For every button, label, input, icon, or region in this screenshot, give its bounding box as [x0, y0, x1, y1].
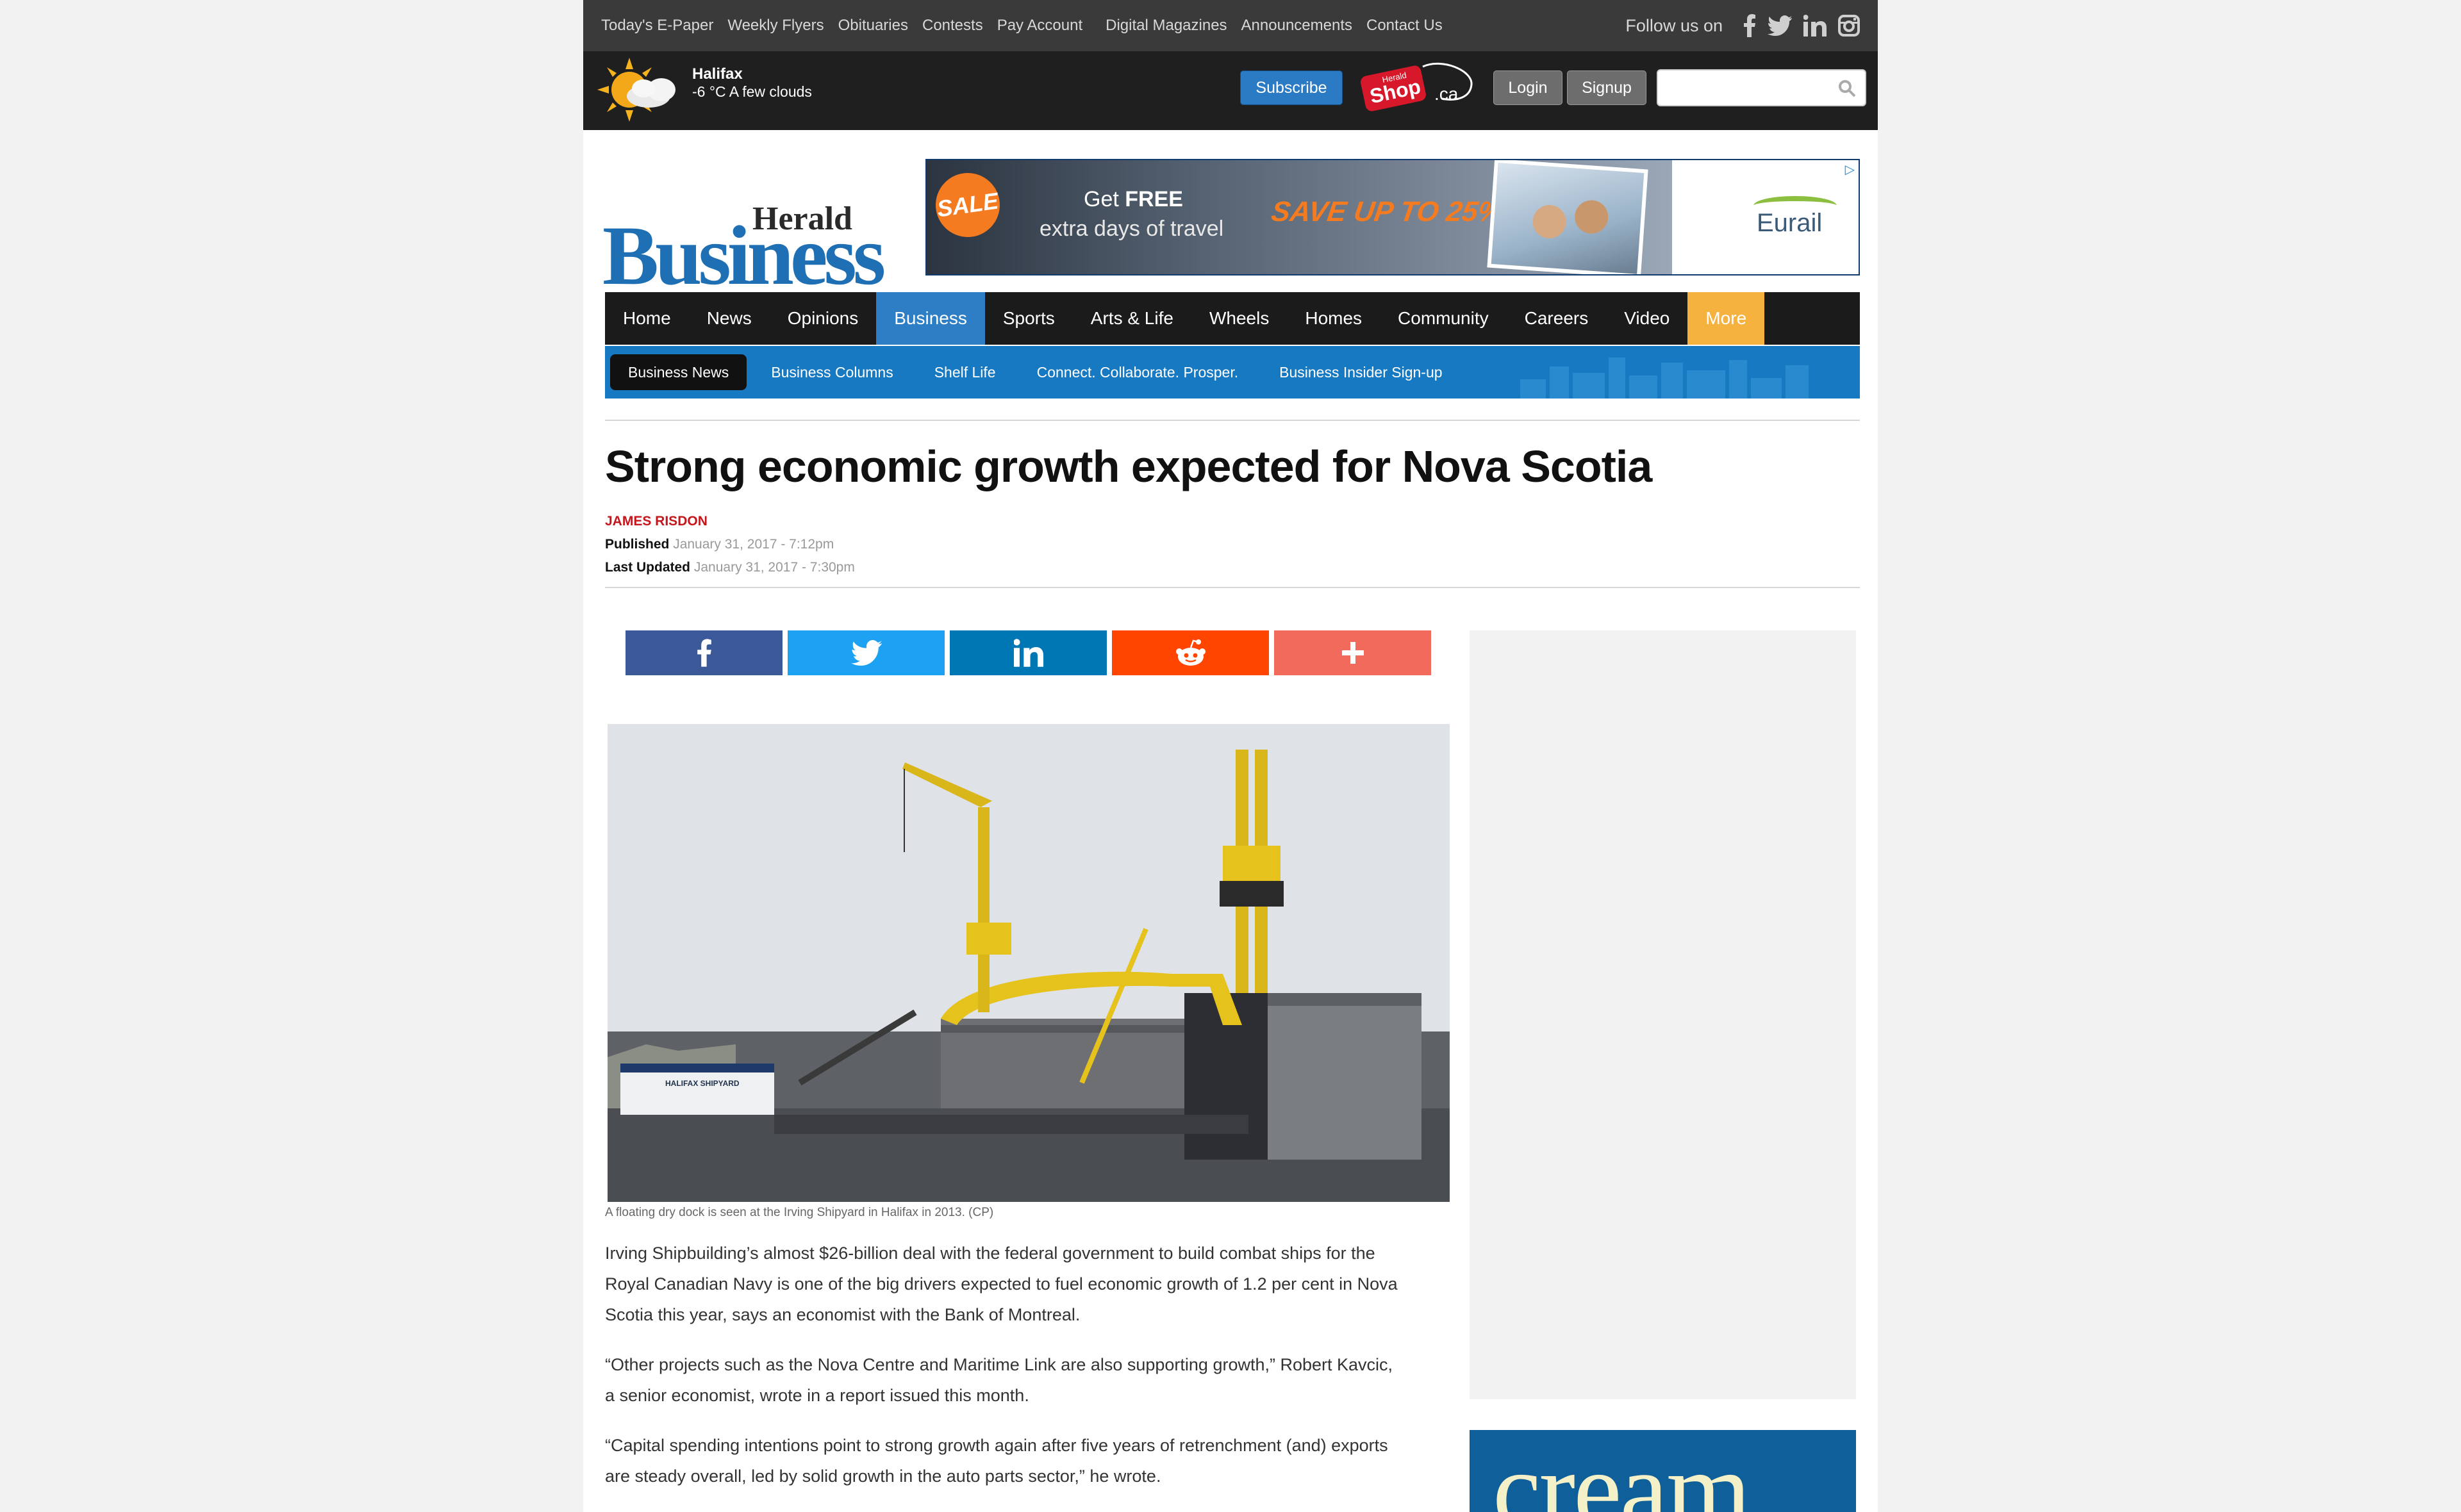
facebook-icon[interactable] — [1743, 14, 1756, 37]
nav-item-news[interactable]: News — [689, 292, 770, 345]
utility-links: Today's E-Paper Weekly Flyers Obituaries… — [601, 0, 1457, 51]
ad-headline-bold: FREE — [1125, 187, 1183, 211]
weather-city: Halifax — [692, 65, 743, 83]
nav-item-business[interactable]: Business — [876, 292, 985, 345]
updated-date: Last Updated January 31, 2017 - 7:30pm — [605, 560, 855, 575]
adchoices-icon[interactable]: ▷ — [1845, 161, 1855, 177]
article-paragraph: “Other projects such as the Nova Centre … — [605, 1355, 1393, 1405]
plus-icon — [1341, 642, 1364, 664]
shop-logo-suffix: .ca — [1434, 84, 1459, 104]
cream-ad-text: cream — [1493, 1430, 1751, 1512]
shipyard-sign: HALIFAX SHIPYARD — [665, 1079, 740, 1088]
ad-headline-prefix: Get — [1084, 187, 1125, 211]
divider — [605, 587, 1860, 588]
published-value: January 31, 2017 - 7:12pm — [673, 537, 834, 552]
follow-label: Follow us on — [1625, 15, 1723, 35]
article-paragraph: Irving Shipbuilding’s almost $26-billion… — [605, 1244, 1398, 1324]
ad-brand: Eurail — [1757, 209, 1823, 237]
utility-link-pay-account[interactable]: Pay Account — [997, 17, 1082, 35]
subnav-item-business-columns[interactable]: Business Columns — [750, 354, 913, 390]
ad-subline: extra days of travel — [1040, 217, 1224, 241]
partly-sunny-icon — [597, 58, 675, 122]
updated-label: Last Updated — [605, 560, 691, 575]
nav-item-sports[interactable]: Sports — [985, 292, 1073, 345]
herald-shop-logo[interactable]: Herald Shop .ca — [1359, 62, 1480, 114]
updated-value: January 31, 2017 - 7:30pm — [693, 560, 855, 575]
instagram-icon[interactable] — [1838, 15, 1860, 37]
linkedin-icon — [1013, 639, 1043, 667]
article-author[interactable]: JAMES RISDON — [605, 514, 708, 529]
share-reddit-button[interactable] — [1112, 630, 1269, 675]
sidebar-ad-slot[interactable] — [1470, 630, 1856, 1399]
nav-item-careers[interactable]: Careers — [1507, 292, 1607, 345]
banner-ad[interactable]: SALE Get FREE extra days of travel SAVE … — [925, 159, 1860, 275]
ad-photo — [1487, 160, 1648, 274]
linkedin-icon[interactable] — [1803, 15, 1827, 37]
subscribe-button[interactable]: Subscribe — [1240, 70, 1343, 105]
published-label: Published — [605, 537, 670, 552]
divider — [605, 420, 1860, 421]
weather-account-bar: Halifax -6 °C A few clouds Subscribe Her… — [583, 51, 1878, 130]
utility-link-contact[interactable]: Contact Us — [1366, 17, 1443, 35]
share-linkedin-button[interactable] — [950, 630, 1107, 675]
search-input[interactable] — [1657, 69, 1866, 106]
ad-save-text: SAVE UP TO 25% — [1269, 196, 1505, 227]
skyline-decoration — [1520, 354, 1841, 399]
utility-link-announcements[interactable]: Announcements — [1241, 17, 1352, 35]
site-logo-herald[interactable]: Herald — [752, 200, 852, 238]
signup-button[interactable]: Signup — [1567, 70, 1646, 105]
utility-link-flyers[interactable]: Weekly Flyers — [727, 17, 824, 35]
weather-condition: -6 °C A few clouds — [692, 83, 812, 100]
main-nav: Home News Opinions Business Sports Arts … — [605, 292, 1860, 345]
dry-dock-illustration: HALIFAX SHIPYARD — [608, 724, 1450, 1202]
utility-link-epaper[interactable]: Today's E-Paper — [601, 17, 713, 35]
ad-sale-badge: SALE — [931, 168, 1004, 242]
article-paragraph: “Capital spending intentions point to st… — [605, 1436, 1388, 1486]
utility-link-digital-magazines[interactable]: Digital Magazines — [1106, 17, 1227, 35]
share-bar — [626, 630, 1436, 675]
twitter-icon — [850, 640, 882, 666]
nav-item-more[interactable]: More — [1687, 292, 1765, 345]
utility-link-obituaries[interactable]: Obituaries — [838, 17, 908, 35]
facebook-icon — [697, 639, 711, 667]
section-sub-nav: Business News Business Columns Shelf Lif… — [605, 346, 1860, 399]
nav-item-video[interactable]: Video — [1606, 292, 1687, 345]
nav-item-community[interactable]: Community — [1380, 292, 1507, 345]
search-icon[interactable] — [1838, 79, 1856, 97]
page: Today's E-Paper Weekly Flyers Obituaries… — [583, 0, 1878, 1512]
subnav-item-shelf-life[interactable]: Shelf Life — [914, 354, 1016, 390]
article-title: Strong economic growth expected for Nova… — [605, 441, 1652, 491]
nav-item-homes[interactable]: Homes — [1287, 292, 1380, 345]
photo-caption: A floating dry dock is seen at the Irvin… — [605, 1206, 994, 1219]
login-button[interactable]: Login — [1493, 70, 1562, 105]
published-date: Published January 31, 2017 - 7:12pm — [605, 537, 834, 552]
twitter-icon[interactable] — [1768, 15, 1792, 36]
subnav-item-insider-signup[interactable]: Business Insider Sign-up — [1259, 354, 1463, 390]
share-twitter-button[interactable] — [788, 630, 945, 675]
subnav-item-connect[interactable]: Connect. Collaborate. Prosper. — [1016, 354, 1259, 390]
ad-headline: Get FREE — [1084, 187, 1183, 212]
nav-item-arts-life[interactable]: Arts & Life — [1073, 292, 1191, 345]
reddit-icon — [1175, 639, 1206, 666]
share-more-button[interactable] — [1274, 630, 1431, 675]
follow-us: Follow us on — [1625, 0, 1860, 51]
article-photo: HALIFAX SHIPYARD — [608, 724, 1450, 1202]
subnav-item-business-news[interactable]: Business News — [610, 354, 747, 390]
sidebar-cream-ad[interactable]: cream — [1470, 1430, 1856, 1512]
nav-item-home[interactable]: Home — [605, 292, 689, 345]
share-facebook-button[interactable] — [626, 630, 783, 675]
nav-item-wheels[interactable]: Wheels — [1191, 292, 1287, 345]
nav-item-opinions[interactable]: Opinions — [770, 292, 877, 345]
top-utility-bar: Today's E-Paper Weekly Flyers Obituaries… — [583, 0, 1878, 51]
utility-link-contests[interactable]: Contests — [922, 17, 983, 35]
